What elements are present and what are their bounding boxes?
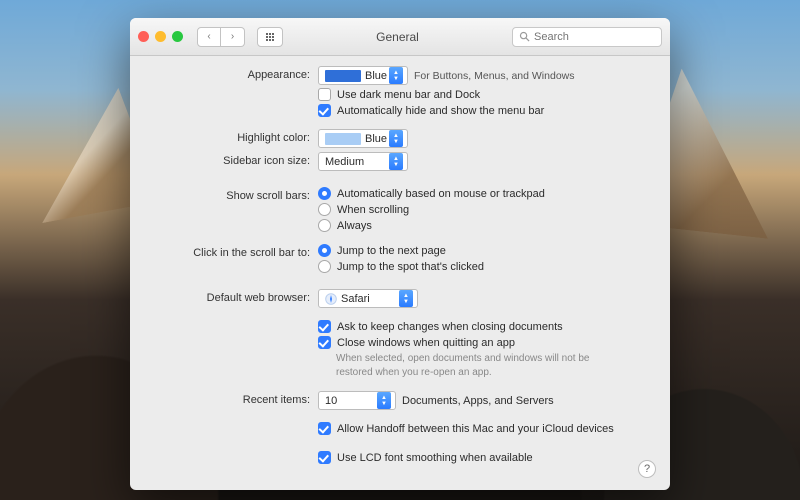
scrollbars-opt-1: When scrolling — [337, 204, 409, 216]
click-scroll-opt-0: Jump to the next page — [337, 245, 446, 257]
click-scroll-radio-page[interactable] — [318, 244, 331, 257]
close-windows-checkbox[interactable] — [318, 336, 331, 349]
highlight-label: Highlight color: — [146, 129, 318, 144]
chevron-updown-icon: ▲▼ — [389, 153, 403, 170]
back-button[interactable]: ‹ — [197, 27, 221, 47]
sidebar-size-select[interactable]: Medium ▲▼ — [318, 152, 408, 171]
chevron-updown-icon: ▲▼ — [389, 67, 403, 84]
search-input[interactable] — [534, 31, 655, 43]
minimize-icon[interactable] — [155, 31, 166, 42]
general-pane: Appearance: Blue ▲▼ For Buttons, Menus, … — [130, 56, 670, 490]
scrollbars-opt-2: Always — [337, 220, 372, 232]
traffic-lights — [138, 31, 183, 42]
help-button[interactable]: ? — [638, 460, 656, 478]
click-scroll-label: Click in the scroll bar to: — [146, 244, 318, 259]
ask-changes-checkbox[interactable] — [318, 320, 331, 333]
recent-suffix: Documents, Apps, and Servers — [402, 395, 554, 407]
highlight-value: Blue — [365, 133, 387, 145]
autohide-menu-label: Automatically hide and show the menu bar — [337, 105, 544, 117]
titlebar: ‹ › General — [130, 18, 670, 56]
browser-label: Default web browser: — [146, 289, 318, 304]
handoff-label: Allow Handoff between this Mac and your … — [337, 423, 614, 435]
lcd-smoothing-checkbox[interactable] — [318, 451, 331, 464]
recent-select[interactable]: 10 ▲▼ — [318, 391, 396, 410]
scrollbars-radio-scrolling[interactable] — [318, 203, 331, 216]
sidebar-size-label: Sidebar icon size: — [146, 152, 318, 167]
search-icon — [519, 31, 530, 42]
highlight-select[interactable]: Blue ▲▼ — [318, 129, 408, 148]
search-field[interactable] — [512, 27, 662, 47]
close-windows-note: When selected, open documents and window… — [318, 352, 618, 379]
close-windows-label: Close windows when quitting an app — [337, 337, 515, 349]
click-scroll-opt-1: Jump to the spot that's clicked — [337, 261, 484, 273]
click-scroll-radio-spot[interactable] — [318, 260, 331, 273]
safari-icon — [325, 293, 337, 305]
appearance-label: Appearance: — [146, 66, 318, 81]
scrollbars-radio-auto[interactable] — [318, 187, 331, 200]
sidebar-size-value: Medium — [325, 156, 364, 168]
scrollbars-label: Show scroll bars: — [146, 187, 318, 202]
forward-button[interactable]: › — [221, 27, 245, 47]
help-icon: ? — [644, 463, 650, 475]
chevron-updown-icon: ▲▼ — [389, 130, 403, 147]
appearance-select[interactable]: Blue ▲▼ — [318, 66, 408, 85]
chevron-updown-icon: ▲▼ — [399, 290, 413, 307]
show-all-button[interactable] — [257, 27, 283, 47]
scrollbars-opt-0: Automatically based on mouse or trackpad — [337, 188, 545, 200]
recent-label: Recent items: — [146, 391, 318, 406]
appearance-value: Blue — [365, 70, 387, 82]
ask-changes-label: Ask to keep changes when closing documen… — [337, 321, 563, 333]
browser-value: Safari — [341, 293, 370, 305]
recent-value: 10 — [325, 395, 337, 407]
preferences-window: ‹ › General Appearance: Blue ▲▼ — [130, 18, 670, 490]
grid-icon — [266, 33, 274, 41]
color-swatch-icon — [325, 133, 361, 145]
zoom-icon[interactable] — [172, 31, 183, 42]
browser-select[interactable]: Safari ▲▼ — [318, 289, 418, 308]
dark-menu-label: Use dark menu bar and Dock — [337, 89, 480, 101]
chevron-updown-icon: ▲▼ — [377, 392, 391, 409]
close-icon[interactable] — [138, 31, 149, 42]
window-title: General — [289, 30, 506, 44]
dark-menu-checkbox[interactable] — [318, 88, 331, 101]
scrollbars-radio-always[interactable] — [318, 219, 331, 232]
color-swatch-icon — [325, 70, 361, 82]
nav-back-forward: ‹ › — [197, 27, 245, 47]
lcd-smoothing-label: Use LCD font smoothing when available — [337, 452, 533, 464]
autohide-menu-checkbox[interactable] — [318, 104, 331, 117]
handoff-checkbox[interactable] — [318, 422, 331, 435]
appearance-hint: For Buttons, Menus, and Windows — [414, 70, 575, 82]
